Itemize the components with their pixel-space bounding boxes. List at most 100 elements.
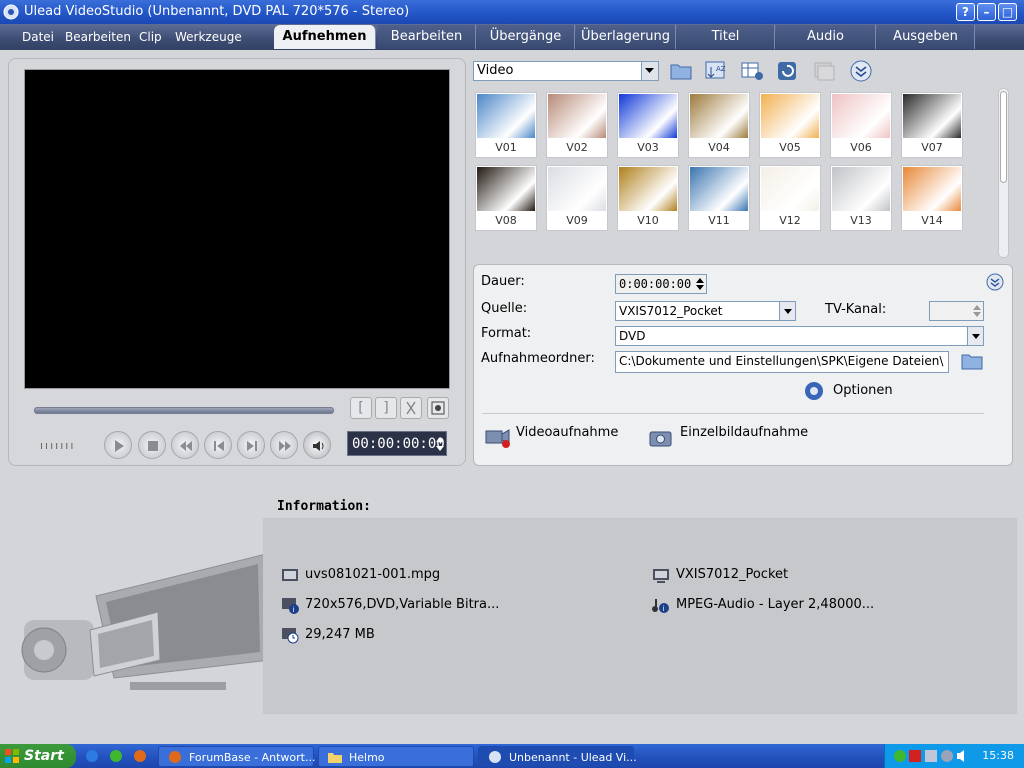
- options-button[interactable]: Optionen: [833, 383, 893, 398]
- library-thumbnail[interactable]: V13: [830, 165, 892, 231]
- view-options-icon[interactable]: [739, 59, 765, 83]
- library-thumbnail[interactable]: V01: [475, 92, 537, 158]
- info-panel: uvs081021-001.mpg i 720x576,DVD,Variable…: [263, 518, 1017, 714]
- library-thumbnail[interactable]: V06: [830, 92, 892, 158]
- tray-icons[interactable]: [893, 748, 973, 764]
- timecode-spinner-icon[interactable]: [436, 435, 444, 453]
- source-label: Quelle:: [481, 301, 528, 316]
- menu-datei[interactable]: Datei: [22, 30, 54, 44]
- task-label: ForumBase - Antwort...: [189, 751, 316, 764]
- thumbnail-label: V11: [708, 214, 730, 227]
- thumbnail-image: [761, 94, 819, 138]
- info-heading: Information:: [277, 499, 371, 514]
- folder-icon: [328, 753, 342, 763]
- rewind-button[interactable]: [171, 431, 199, 459]
- capture-options-panel: Dauer: 0:00:00:00 Quelle: VXIS7012_Pocke…: [473, 264, 1013, 466]
- play-button[interactable]: [104, 431, 132, 459]
- library-thumbnail[interactable]: V02: [546, 92, 608, 158]
- tv-channel-field[interactable]: [929, 301, 984, 321]
- cut-icon[interactable]: [400, 397, 422, 419]
- timecode-field[interactable]: 00:00:00:00: [347, 431, 447, 456]
- folder-open-icon[interactable]: [960, 349, 986, 373]
- library-thumbnail[interactable]: V09: [546, 165, 608, 231]
- ie-icon[interactable]: [84, 748, 100, 764]
- collapse-icon[interactable]: [986, 273, 1004, 291]
- snapshot-icon[interactable]: [427, 397, 449, 419]
- library-manager-icon[interactable]: [811, 59, 837, 83]
- thumbnail-image: [690, 167, 748, 211]
- thumbnail-label: V08: [495, 214, 517, 227]
- sort-icon[interactable]: AZ: [703, 59, 729, 83]
- previous-frame-button[interactable]: [204, 431, 232, 459]
- tab-bearbeiten[interactable]: Bearbeiten: [378, 25, 476, 49]
- library-thumbnail[interactable]: V12: [759, 165, 821, 231]
- menu-bearbeiten[interactable]: Bearbeiten: [65, 30, 131, 44]
- icq-icon[interactable]: [108, 748, 124, 764]
- jog-wheel[interactable]: ııııııı: [40, 439, 75, 452]
- task-ulead[interactable]: Unbenannt - Ulead Vi...: [478, 746, 637, 767]
- tv-channel-spinner-icon[interactable]: [972, 303, 982, 319]
- taskbar: Start ForumBase - Antwort... Helmo Unben…: [0, 744, 1024, 768]
- library-thumbnail[interactable]: V03: [617, 92, 679, 158]
- refresh-icon[interactable]: [775, 59, 801, 83]
- menu-werkzeuge[interactable]: Werkzeuge: [175, 30, 242, 44]
- duration-field[interactable]: 0:00:00:00: [615, 274, 707, 294]
- snapshot-button[interactable]: Einzelbildaufnahme: [680, 425, 808, 440]
- volume-icon[interactable]: [303, 431, 331, 459]
- library-category-dropdown[interactable]: Video: [473, 61, 659, 81]
- library-thumbnail[interactable]: V14: [901, 165, 963, 231]
- chevron-down-icon[interactable]: [779, 302, 795, 320]
- chevron-down-icon[interactable]: [967, 327, 983, 345]
- next-frame-button[interactable]: [237, 431, 265, 459]
- mark-out-button[interactable]: ]: [375, 397, 397, 419]
- maximize-button[interactable]: □: [998, 3, 1017, 21]
- library-thumbnail[interactable]: V05: [759, 92, 821, 158]
- timecode-value: 00:00:00:00: [352, 436, 445, 452]
- firefox-icon[interactable]: [132, 748, 148, 764]
- library-thumbnail[interactable]: V04: [688, 92, 750, 158]
- mark-in-button[interactable]: [: [350, 397, 372, 419]
- info-device: VXIS7012_Pocket: [676, 567, 789, 582]
- help-button[interactable]: ?: [956, 3, 975, 21]
- video-properties-icon: i: [282, 598, 299, 614]
- video-camera-icon[interactable]: [484, 425, 512, 449]
- source-dropdown[interactable]: VXIS7012_Pocket: [615, 301, 796, 321]
- scrub-bar[interactable]: [34, 407, 334, 414]
- tab-uebergaenge[interactable]: Übergänge: [477, 25, 575, 49]
- library-thumbnail[interactable]: V08: [475, 165, 537, 231]
- library-thumbnail[interactable]: V07: [901, 92, 963, 158]
- thumbnail-image: [903, 167, 961, 211]
- stop-button[interactable]: [138, 431, 166, 459]
- task-helmo[interactable]: Helmo: [318, 746, 474, 767]
- chevron-down-icon[interactable]: [641, 62, 658, 80]
- tab-audio[interactable]: Audio: [776, 25, 876, 49]
- menu-clip[interactable]: Clip: [139, 30, 162, 44]
- duration-spinner-icon[interactable]: [695, 276, 705, 292]
- task-forumbase[interactable]: ForumBase - Antwort...: [158, 746, 316, 767]
- library-category-value: Video: [477, 63, 514, 78]
- thumbnail-label: V14: [921, 214, 943, 227]
- camcorder-illustration: [21, 553, 271, 690]
- gear-icon[interactable]: [801, 379, 827, 403]
- thumbnail-image: [832, 94, 890, 138]
- firefox-icon: [169, 751, 181, 763]
- library-thumbnail[interactable]: V10: [617, 165, 679, 231]
- library-scrollbar[interactable]: [998, 88, 1009, 258]
- video-capture-button[interactable]: Videoaufnahme: [516, 425, 618, 440]
- fast-forward-button[interactable]: [270, 431, 298, 459]
- capture-folder-value: C:\Dokumente und Einstellungen\SPK\Eigen…: [619, 354, 944, 368]
- library-thumbnail[interactable]: V11: [688, 165, 750, 231]
- tab-aufnehmen[interactable]: Aufnehmen: [274, 25, 376, 49]
- tab-ueberlagerung[interactable]: Überlagerung: [576, 25, 676, 49]
- start-button[interactable]: Start: [0, 744, 76, 768]
- capture-folder-field[interactable]: C:\Dokumente und Einstellungen\SPK\Eigen…: [615, 351, 949, 373]
- title-bar: Ulead VideoStudio (Unbenannt, DVD PAL 72…: [0, 0, 1024, 24]
- tab-ausgeben[interactable]: Ausgeben: [877, 25, 975, 49]
- tab-titel[interactable]: Titel: [677, 25, 775, 49]
- minimize-button[interactable]: –: [977, 3, 996, 21]
- folder-open-icon[interactable]: [669, 59, 695, 83]
- format-dropdown[interactable]: DVD: [615, 326, 984, 346]
- scroll-thumb[interactable]: [1000, 91, 1007, 183]
- camera-icon[interactable]: [648, 425, 674, 449]
- expand-icon[interactable]: [849, 59, 875, 83]
